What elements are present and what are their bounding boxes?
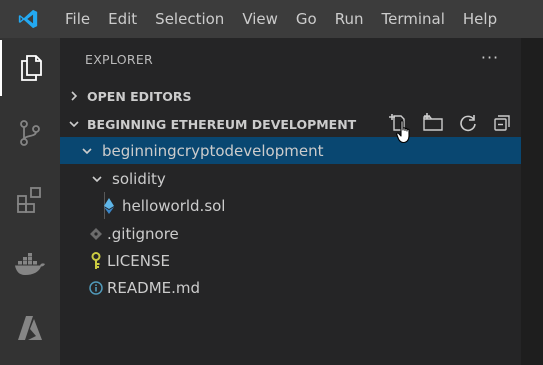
source-control-activity-icon[interactable] <box>0 105 60 161</box>
hand-cursor-icon <box>396 120 414 148</box>
editor-area <box>521 38 543 365</box>
menu-terminal[interactable]: Terminal <box>373 0 454 38</box>
menu-go[interactable]: Go <box>287 0 326 38</box>
menu-bar: File Edit Selection View Go Run Terminal… <box>56 0 506 38</box>
open-editors-section[interactable]: OPEN EDITORS <box>60 83 521 109</box>
menu-edit[interactable]: Edit <box>99 0 146 38</box>
tree-item-label: .gitignore <box>107 224 179 243</box>
solidity-file-icon <box>102 197 116 215</box>
vscode-logo-icon <box>0 0 56 38</box>
chevron-down-icon <box>66 116 82 132</box>
workspace-label: BEGINNING ETHEREUM DEVELOPMENT <box>87 116 357 132</box>
refresh-icon[interactable] <box>457 112 479 134</box>
tree-item-root-folder[interactable]: beginningcryptodevelopment <box>60 137 521 164</box>
explorer-activity-icon[interactable] <box>0 40 60 96</box>
new-folder-icon[interactable] <box>422 112 444 134</box>
open-editors-label: OPEN EDITORS <box>87 88 192 104</box>
menu-selection[interactable]: Selection <box>146 0 233 38</box>
more-actions-icon[interactable]: ··· <box>480 48 500 68</box>
explorer-title: EXPLORER <box>85 52 154 67</box>
menu-file[interactable]: File <box>56 0 99 38</box>
tree-item-solidity-folder[interactable]: solidity <box>60 165 521 192</box>
tree-item-helloworld-sol[interactable]: helloworld.sol <box>60 192 521 219</box>
extensions-activity-icon[interactable] <box>0 172 60 228</box>
git-file-icon <box>89 225 103 243</box>
chevron-down-icon <box>89 171 105 187</box>
menu-help[interactable]: Help <box>454 0 506 38</box>
azure-activity-icon[interactable] <box>0 300 60 356</box>
menu-run[interactable]: Run <box>326 0 373 38</box>
tree-item-label: README.md <box>107 278 201 297</box>
key-icon <box>89 251 103 270</box>
chevron-down-icon <box>79 143 95 159</box>
docker-activity-icon[interactable] <box>0 236 60 292</box>
tree-item-gitignore[interactable]: .gitignore <box>60 220 521 247</box>
title-bar: File Edit Selection View Go Run Terminal… <box>0 0 543 38</box>
tree-item-label: beginningcryptodevelopment <box>102 141 324 160</box>
menu-view[interactable]: View <box>233 0 287 38</box>
info-icon <box>89 279 103 297</box>
workspace-section[interactable]: BEGINNING ETHEREUM DEVELOPMENT <box>60 111 521 137</box>
tree-item-label: LICENSE <box>107 251 170 270</box>
explorer-sidebar: EXPLORER ··· OPEN EDITORS BEGINNING ETHE… <box>60 38 521 365</box>
tree-item-label: solidity <box>112 169 166 188</box>
tree-item-license[interactable]: LICENSE <box>60 247 521 274</box>
collapse-all-icon[interactable] <box>491 112 513 134</box>
activity-bar <box>0 38 60 365</box>
tree-item-readme[interactable]: README.md <box>60 274 521 301</box>
tree-item-label: helloworld.sol <box>122 196 226 215</box>
chevron-right-icon <box>66 88 82 104</box>
